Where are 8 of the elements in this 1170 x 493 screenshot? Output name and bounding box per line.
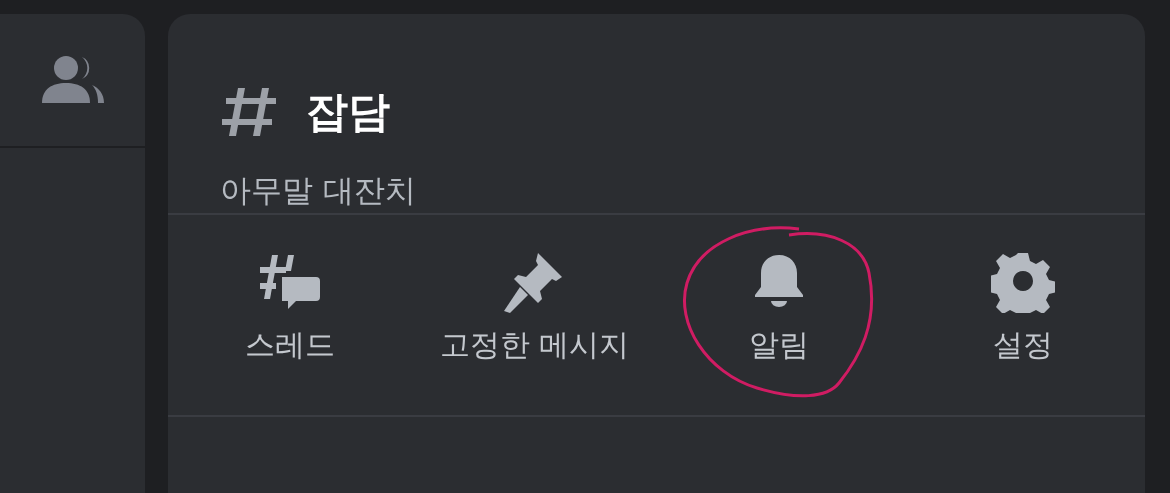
members-icon[interactable] (41, 55, 104, 105)
channel-action-button[interactable]: 설정 (990, 249, 1055, 383)
channel-action-button[interactable]: 스레드 (245, 249, 336, 383)
channel-action-button[interactable]: 알림 (746, 249, 811, 383)
channel-action-button[interactable]: 고정한 메시지 (439, 249, 630, 383)
channel-hash-icon (220, 88, 278, 136)
channel-name: 잡담 (306, 86, 390, 138)
channel-topic: 아무말 대잔치 (220, 171, 416, 210)
